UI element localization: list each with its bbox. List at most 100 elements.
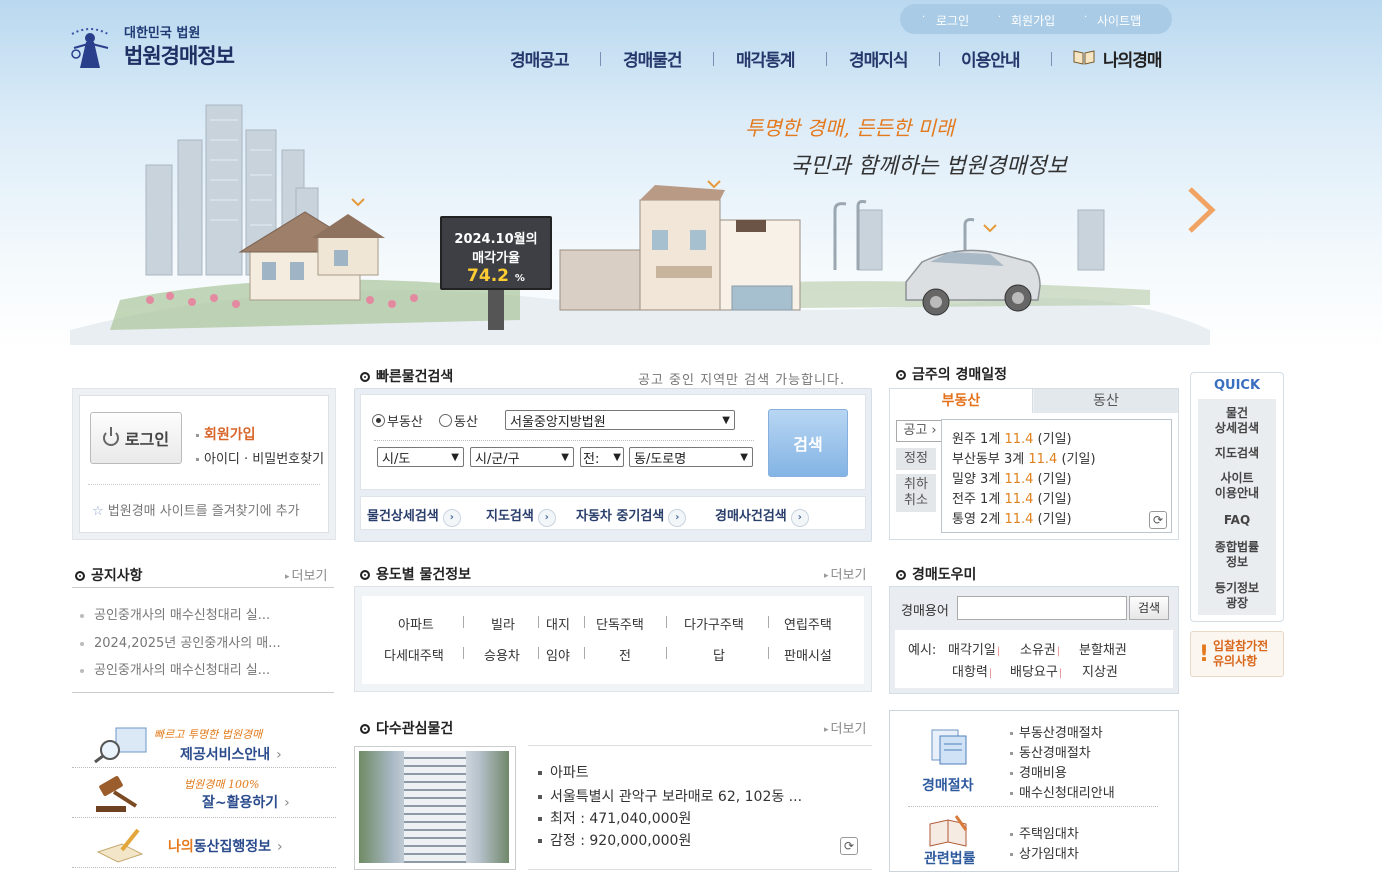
- movable-execution-banner[interactable]: 나의동산집행정보 ›: [72, 820, 336, 868]
- sido-select[interactable]: 시/도 ▼: [377, 447, 464, 467]
- join-link[interactable]: 회원가입: [196, 424, 256, 444]
- interest-more-link[interactable]: 더보기: [824, 718, 867, 737]
- quick-faq[interactable]: FAQ: [1198, 513, 1276, 528]
- usage-multiplex[interactable]: 다세대주택: [384, 645, 444, 664]
- util-login-link[interactable]: 로그인: [936, 12, 969, 29]
- court-select[interactable]: 서울중앙지방법원 ▼: [505, 410, 735, 430]
- sale-rate-billboard: 2024.10월의 매각가율 74.2 %: [440, 216, 552, 290]
- service-guide-banner[interactable]: 빠르고 투명한 법원경매 제공서비스안내 ›: [72, 720, 336, 768]
- util-join-link[interactable]: 회원가입: [1011, 12, 1055, 29]
- term-keyword[interactable]: 매각기일|: [948, 639, 1004, 658]
- interest-item-appraisal: 감정 : 920,000,000원: [538, 830, 691, 850]
- usage-more-link[interactable]: 더보기: [824, 564, 867, 583]
- usage-retail[interactable]: 판매시설: [784, 645, 832, 664]
- procedure-caption[interactable]: 경매절차: [922, 775, 974, 795]
- procedure-link[interactable]: 경매비용: [1010, 762, 1067, 781]
- login-button[interactable]: 로그인: [90, 412, 182, 464]
- quick-registry[interactable]: 등기정보 광장: [1198, 581, 1276, 611]
- usage-apartment[interactable]: 아파트: [398, 614, 434, 633]
- usage-forest[interactable]: 임야: [546, 645, 570, 664]
- schedule-row[interactable]: 밀양 3계 11.4 (기일): [952, 468, 1072, 487]
- chevron-right-icon: ›: [284, 795, 290, 811]
- procedure-link[interactable]: 매수신청대리안내: [1010, 782, 1115, 801]
- schedule-row[interactable]: 부산동부 3계 11.4 (기일): [952, 448, 1096, 467]
- schedule-tag-notice[interactable]: 공고 ›: [896, 420, 944, 442]
- slide-next-arrow-icon[interactable]: [1186, 185, 1216, 235]
- example-label: 예시:: [908, 643, 937, 658]
- schedule-row[interactable]: 원주 1계 11.4 (기일): [952, 428, 1072, 447]
- eup-select[interactable]: 전: ▼: [580, 447, 624, 467]
- notice-item[interactable]: 공인중개사의 매수신청대리 실...: [80, 659, 270, 678]
- term-keyword[interactable]: 소유권|: [1020, 639, 1064, 658]
- tab-real-estate[interactable]: 부동산: [890, 389, 1033, 413]
- usage-row-house[interactable]: 연립주택: [784, 614, 832, 633]
- case-search-link[interactable]: 경매사건검색 ›: [715, 505, 809, 527]
- interest-item-type: 아파트: [538, 762, 589, 782]
- quick-detail-search[interactable]: 물건 상세검색: [1198, 406, 1276, 436]
- sigungu-select[interactable]: 시/군/구 ▼: [470, 447, 574, 467]
- term-keyword[interactable]: 지상권: [1082, 661, 1118, 680]
- term-search-input[interactable]: [957, 596, 1127, 620]
- nav-usage-guide[interactable]: 이용안내: [961, 46, 1021, 71]
- law-link[interactable]: 상가임대차: [1010, 843, 1079, 862]
- term-keyword[interactable]: 배당요구|: [1010, 661, 1066, 680]
- schedule-list: 원주 1계 11.4 (기일) 부산동부 3계 11.4 (기일) 밀양 3계 …: [941, 419, 1172, 533]
- find-id-password-link[interactable]: 아이디 · 비밀번호찾기: [196, 448, 324, 467]
- schedule-tag-withdrawal[interactable]: 취하취소: [896, 474, 936, 512]
- radio-movable[interactable]: 동산: [439, 411, 478, 430]
- nav-my-auction[interactable]: 나의경매: [1103, 46, 1163, 71]
- helper-section-title: 경매도우미: [896, 564, 976, 584]
- procedure-link[interactable]: 동산경매절차: [1010, 742, 1091, 761]
- billboard-label: 매각가율: [472, 251, 520, 266]
- procedure-link[interactable]: 부동산경매절차: [1010, 722, 1103, 741]
- nav-sale-statistics[interactable]: 매각통계: [736, 46, 796, 71]
- schedule-tag-correction[interactable]: 정정: [896, 448, 936, 470]
- usage-detached-house[interactable]: 단독주택: [596, 614, 644, 633]
- hero-slogan-1: 투명한 경매, 든든한 미래: [745, 116, 955, 140]
- schedule-row[interactable]: 전주 1계 11.4 (기일): [952, 488, 1072, 507]
- law-link[interactable]: 주택임대차: [1010, 823, 1079, 842]
- refresh-icon[interactable]: ⟳: [840, 837, 858, 855]
- law-caption[interactable]: 관련법률: [924, 848, 976, 868]
- usage-villa[interactable]: 빌라: [491, 614, 515, 633]
- usage-land[interactable]: 대지: [546, 614, 570, 633]
- map-search-link[interactable]: 지도검색 ›: [486, 505, 556, 527]
- chevron-right-icon: ›: [537, 509, 556, 527]
- add-favorite-link[interactable]: ☆ 법원경매 사이트를 즐겨찾기에 추가: [92, 500, 300, 519]
- dong-select[interactable]: 동/도로명 ▼: [629, 447, 753, 467]
- bidding-notice-link[interactable]: ! 입찰참가전 유의사항: [1190, 631, 1284, 677]
- usage-multi-house[interactable]: 다가구주택: [684, 614, 744, 633]
- schedule-section-title: 금주의 경매일정: [896, 364, 1007, 384]
- interest-item-photo[interactable]: [354, 746, 516, 870]
- quick-map-search[interactable]: 지도검색: [1198, 446, 1276, 461]
- nav-auction-notice[interactable]: 경매공고: [510, 46, 570, 71]
- schedule-row[interactable]: 통영 2계 11.4 (기일): [952, 508, 1072, 527]
- notice-item[interactable]: 2024,2025년 공인중개사의 매...: [80, 632, 281, 651]
- tab-movable[interactable]: 동산: [1034, 389, 1178, 413]
- usage-field[interactable]: 전: [619, 645, 631, 664]
- usage-car[interactable]: 승용차: [484, 645, 520, 664]
- detail-search-link[interactable]: 물건상세검색 ›: [367, 505, 461, 527]
- notice-item[interactable]: 공인중개사의 매수신청대리 실...: [80, 604, 270, 623]
- usage-paddy[interactable]: 답: [713, 645, 725, 664]
- usage-tips-banner[interactable]: 법원경매 100% 잘~활용하기 ›: [72, 770, 336, 818]
- term-keyword[interactable]: 분할채권: [1079, 639, 1127, 658]
- quick-legal-info[interactable]: 종합법률 정보: [1198, 540, 1276, 570]
- site-logo[interactable]: 대한민국 법원 법원경매정보: [66, 18, 256, 74]
- term-keyword[interactable]: 대항력|: [952, 661, 996, 680]
- nav-auction-knowledge[interactable]: 경매지식: [849, 46, 909, 71]
- util-sitemap-link[interactable]: 사이트맵: [1097, 12, 1141, 29]
- quick-search-button[interactable]: 검색: [768, 409, 848, 477]
- quick-site-guide[interactable]: 사이트 이용안내: [1198, 471, 1276, 501]
- radio-real-estate[interactable]: 부동산: [372, 411, 423, 430]
- vehicle-search-link[interactable]: 자동차 중기검색 ›: [576, 505, 687, 527]
- usage-section-title: 용도별 물건정보: [360, 564, 471, 584]
- term-search-button[interactable]: 검색: [1129, 596, 1169, 620]
- chevron-right-icon: ›: [276, 747, 282, 763]
- interest-item-address[interactable]: 서울특별시 관악구 보라매로 62, 102동 ...: [538, 786, 802, 806]
- nav-auction-items[interactable]: 경매물건: [623, 46, 683, 71]
- refresh-icon[interactable]: ⟳: [1149, 511, 1167, 529]
- banner-label: 나의동산집행정보 ›: [168, 839, 283, 855]
- notice-more-link[interactable]: 더보기: [285, 565, 328, 584]
- court-emblem-icon: [71, 28, 109, 68]
